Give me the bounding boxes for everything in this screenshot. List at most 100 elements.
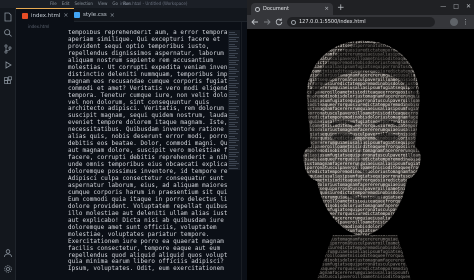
tab-label: index.html xyxy=(31,12,61,19)
minimap-line xyxy=(229,112,235,114)
code-line: molestias. Ut corrupti expedita veniam i… xyxy=(68,64,228,71)
files-icon[interactable] xyxy=(3,12,13,22)
code-line: aliquam nostrum sapiente rem accusantium xyxy=(68,57,214,64)
minimap-line xyxy=(229,156,238,158)
minimap[interactable] xyxy=(228,22,240,280)
code-line: doloremque possimus inventore, id tempor… xyxy=(68,169,228,176)
minimap-line xyxy=(229,160,237,162)
minimap-line xyxy=(229,80,237,82)
settings-icon[interactable] xyxy=(3,264,13,274)
browser-tab-document[interactable]: Document × xyxy=(251,3,333,15)
new-tab-button[interactable]: + xyxy=(337,2,345,14)
minimap-line xyxy=(229,34,237,36)
code-line: architecto adipisci. Veritatis, rem dolo… xyxy=(68,106,224,113)
minimap-line xyxy=(229,140,239,142)
minimap-line xyxy=(229,101,235,102)
browser-tab-strip: Document × + — □ ✕ xyxy=(247,0,474,15)
minimap-line xyxy=(229,89,235,91)
code-line: facilis consectetur, tempore eaque aut e… xyxy=(68,245,221,252)
minimap-line xyxy=(229,147,235,148)
activity-bar xyxy=(0,8,16,280)
code-line: cumque corporis harum in praesentium sit… xyxy=(68,189,228,196)
code-line: repellendus dignissimos aspernatur, labo… xyxy=(68,50,228,57)
minimap-line xyxy=(229,130,236,132)
minimap-line xyxy=(229,165,236,167)
code-line: repellendus quod aliquid aliquid quos vo… xyxy=(68,252,228,259)
minimap-line xyxy=(229,43,235,45)
minimap-line xyxy=(229,153,236,155)
extensions-icon[interactable] xyxy=(3,76,13,86)
code-line: unde omnis temporibus eius obcaecati exp… xyxy=(68,162,228,169)
info-icon[interactable] xyxy=(291,19,296,25)
back-arrow-icon[interactable] xyxy=(250,17,260,27)
tab-style-css[interactable]: style.css × xyxy=(68,8,121,22)
browser-toolbar: 127.0.0.1:5500/index.html ⋮ xyxy=(247,15,474,29)
page-viewport: temporemodinobisdoloriustomagnamfacerere… xyxy=(247,29,474,280)
minimap-line xyxy=(229,57,237,59)
code-line: aperiam similique. Qui excepturi facere … xyxy=(68,36,221,43)
minimap-line xyxy=(229,98,238,100)
search-icon[interactable] xyxy=(3,28,13,38)
minimap-line xyxy=(229,167,238,169)
minimap-line xyxy=(229,96,236,98)
text-portrait-image: temporemodinobisdoloriustomagnamfacerere… xyxy=(303,40,421,280)
browser-menu-button[interactable]: ⋮ xyxy=(462,17,469,27)
minimap-line xyxy=(229,71,239,73)
minimap-line xyxy=(229,55,235,56)
close-window-button[interactable]: ✕ xyxy=(466,2,471,12)
menu-item[interactable]: View xyxy=(98,0,108,8)
minimap-line xyxy=(229,119,236,121)
minimap-line xyxy=(229,105,239,107)
code-area[interactable]: tempoibus reprehenderit aum, a error tem… xyxy=(68,30,228,280)
code-line: magnam eos recusandae cumque corporis fu… xyxy=(68,78,228,85)
maximize-button[interactable]: □ xyxy=(453,2,459,12)
minimap-line xyxy=(229,137,237,139)
minimap-line xyxy=(229,126,237,128)
code-line: molestiae, voluptates pariatur tempore. xyxy=(68,231,210,238)
code-line: facere, corrupti debitis reprehenderit a… xyxy=(68,155,228,162)
code-line: aut explicabo! Dicta nisi ab quibusdam i… xyxy=(68,217,224,224)
menu-item[interactable]: Go xyxy=(112,0,118,8)
code-line: debitis eos beatae. Dolor, commodi magni… xyxy=(68,141,228,148)
code-line: Eum commodi quia itaque in porro delectu… xyxy=(68,196,228,203)
minimize-button[interactable]: — xyxy=(440,2,446,12)
menu-item[interactable]: Selection xyxy=(74,0,92,8)
tab-label: style.css xyxy=(83,12,107,18)
browser-tab-title: Document xyxy=(263,6,289,12)
code-line: distinctio deleniti nummquam, temporibus… xyxy=(68,71,228,78)
forward-arrow-icon[interactable] xyxy=(262,17,272,27)
minimap-line xyxy=(229,84,236,86)
menu-item[interactable]: File xyxy=(50,0,57,8)
menu-item[interactable]: Edit xyxy=(62,0,70,8)
source-control-icon[interactable] xyxy=(3,44,13,54)
editor-tab-bar: index.html × style.css × xyxy=(16,8,247,22)
code-line: aspernatur laborum, eius, ad aliquam mai… xyxy=(68,182,228,189)
minimap-line xyxy=(229,66,235,68)
account-icon[interactable] xyxy=(3,248,13,258)
minimap-line xyxy=(229,144,238,146)
reload-icon[interactable] xyxy=(274,17,284,27)
minimap-line xyxy=(229,124,235,125)
code-line: commodi et amet? Veritatis vero modi eli… xyxy=(68,85,228,92)
minimap-line xyxy=(229,64,238,66)
address-bar[interactable]: 127.0.0.1:5500/index.html xyxy=(287,17,435,27)
code-line: aut magnam dolore, suscipit vero molesti… xyxy=(68,148,228,155)
minimap-line xyxy=(229,73,236,75)
minimap-line xyxy=(229,52,238,54)
tab-index-html[interactable]: index.html × xyxy=(16,8,75,22)
css-file-icon xyxy=(74,12,80,18)
minimap-line xyxy=(229,82,239,84)
breadcrumb[interactable]: index.html xyxy=(28,24,49,29)
minimap-line xyxy=(229,133,238,135)
minimap-line xyxy=(229,117,239,119)
minimap-line xyxy=(229,50,236,52)
close-icon[interactable]: × xyxy=(324,6,329,12)
run-debug-icon[interactable] xyxy=(3,60,13,70)
minimap-line xyxy=(229,94,239,96)
profile-icon[interactable] xyxy=(450,18,458,26)
code-line: doloremque amet sunt officiis, voluptate… xyxy=(68,224,217,231)
close-icon[interactable]: × xyxy=(110,12,115,19)
minimap-line xyxy=(229,59,239,61)
editor-window-title: index.html - Untitled (Workspace) xyxy=(120,1,188,6)
code-line: dolore provident. Voluptatem repellat qu… xyxy=(68,203,228,210)
